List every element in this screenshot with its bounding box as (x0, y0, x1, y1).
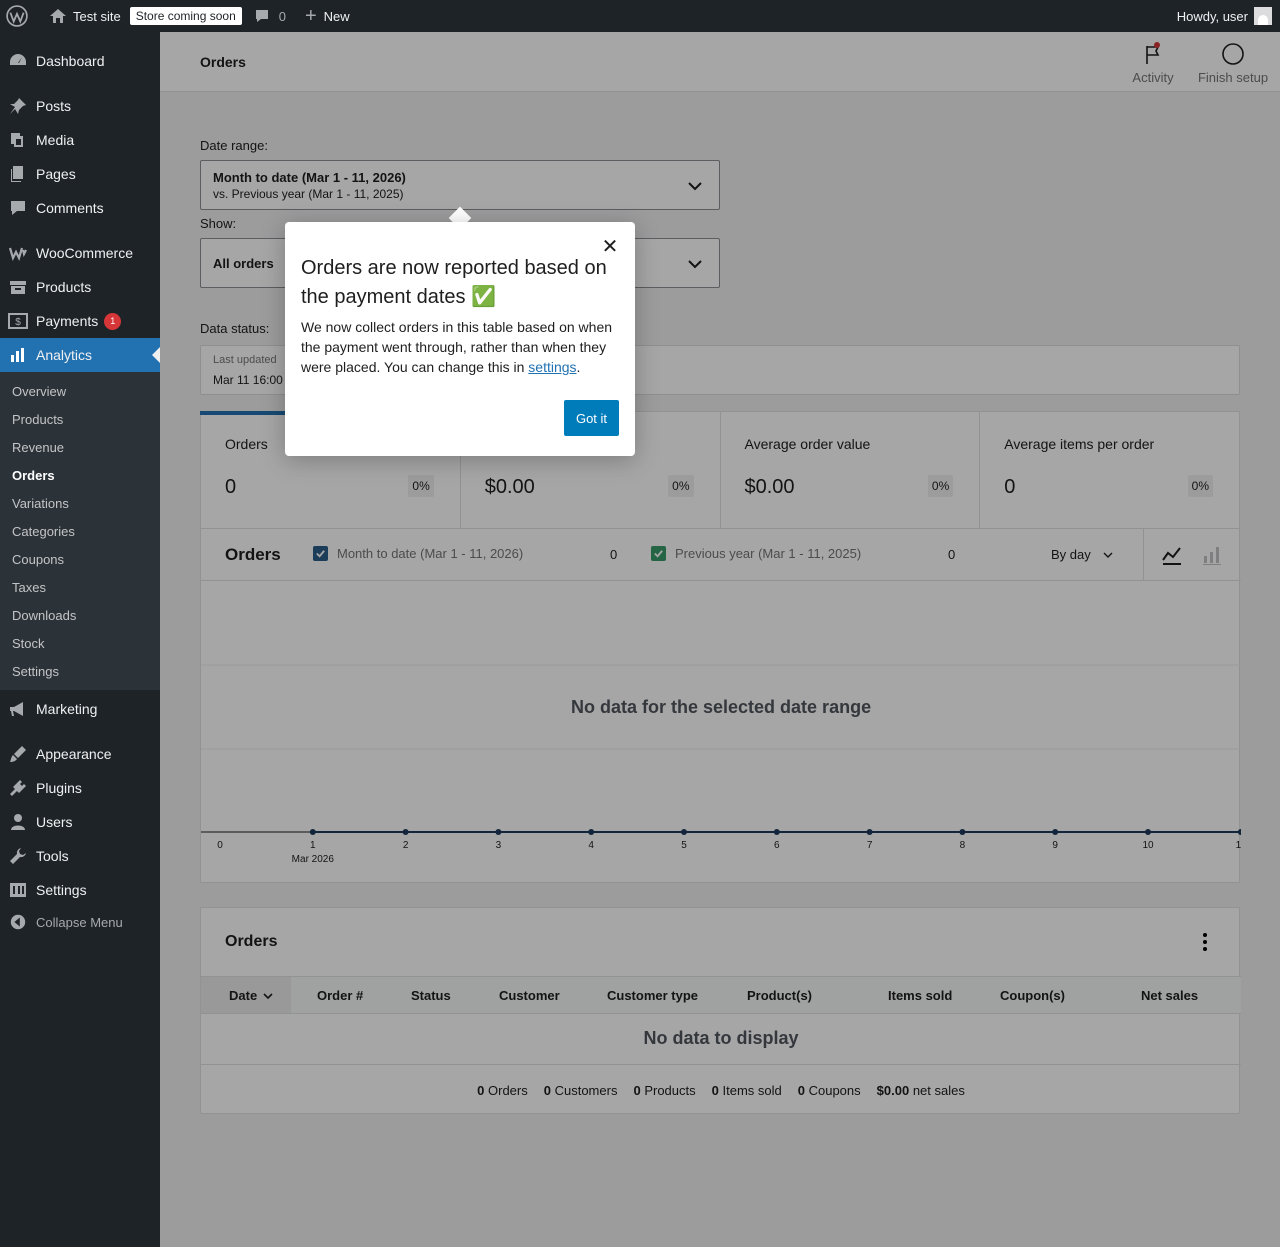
howdy-text: Howdy, user (1176, 8, 1248, 24)
plug-icon (8, 778, 28, 798)
sidebar-item-label: Payments (36, 313, 99, 329)
submenu-downloads[interactable]: Downloads (12, 608, 76, 623)
admin-bar: Test site Store coming soon 0 + New Howd… (0, 0, 1280, 32)
sidebar-item-label: Users (36, 814, 73, 830)
sidebar-item-label: WooCommerce (36, 245, 133, 261)
svg-text:$: $ (15, 317, 21, 328)
modal-body-suffix: . (576, 359, 581, 375)
archive-icon (8, 277, 28, 297)
admin-sidebar: Dashboard Posts Media Pages Comments Woo… (0, 32, 160, 1247)
collapse-menu-label: Collapse Menu (36, 914, 123, 930)
sidebar-item-posts[interactable]: Posts (0, 89, 160, 123)
sidebar-item-label: Plugins (36, 780, 82, 796)
wrench-icon (8, 846, 28, 866)
submenu-revenue[interactable]: Revenue (12, 440, 64, 455)
submenu-products[interactable]: Products (12, 412, 63, 427)
sidebar-item-media[interactable]: Media (0, 123, 160, 157)
sidebar-item-marketing[interactable]: Marketing (0, 692, 160, 726)
modal-title: Orders are now reported based on the pay… (301, 257, 607, 308)
sidebar-item-comments[interactable]: Comments (0, 191, 160, 225)
sidebar-item-analytics[interactable]: Analytics (0, 338, 160, 372)
submenu-settings[interactable]: Settings (12, 664, 59, 679)
settings-icon (8, 880, 28, 900)
sidebar-item-label: Media (36, 132, 75, 148)
payments-badge: 1 (104, 312, 122, 330)
site-name-link[interactable]: Test site (35, 0, 128, 32)
chart-icon (8, 345, 28, 365)
collapse-arrow-icon (8, 912, 28, 932)
comment-bubble-icon (255, 10, 268, 22)
sidebar-item-label: Analytics (36, 347, 93, 363)
brush-icon (8, 744, 28, 764)
megaphone-icon (8, 699, 28, 719)
store-coming-soon-badge[interactable]: Store coming soon (129, 7, 242, 25)
woo-icon (8, 243, 28, 263)
sidebar-item-tools[interactable]: Tools (0, 839, 160, 873)
submenu-stock[interactable]: Stock (12, 636, 45, 651)
sidebar-item-payments[interactable]: $ Payments 1 (0, 304, 160, 338)
sidebar-item-dashboard[interactable]: Dashboard (0, 44, 160, 78)
pin-icon (8, 96, 28, 116)
sidebar-item-label: Comments (36, 200, 104, 216)
sidebar-item-label: Pages (36, 166, 76, 182)
user-icon (8, 812, 28, 832)
media-icon (8, 130, 28, 150)
sidebar-item-products[interactable]: Products (0, 270, 160, 304)
sidebar-item-label: Posts (36, 98, 72, 114)
avatar (1254, 7, 1272, 25)
site-name: Test site (73, 8, 121, 24)
sidebar-item-plugins[interactable]: Plugins (0, 771, 160, 805)
collapse-menu-button[interactable]: Collapse Menu (0, 905, 160, 939)
submenu-categories[interactable]: Categories (12, 524, 75, 539)
submenu-coupons[interactable]: Coupons (12, 552, 64, 567)
settings-link[interactable]: settings (528, 359, 576, 375)
sidebar-item-label: Dashboard (36, 53, 105, 69)
submenu-variations[interactable]: Variations (12, 496, 69, 511)
sidebar-item-label: Products (36, 279, 92, 295)
pages-icon (8, 164, 28, 184)
plus-icon: + (304, 5, 317, 27)
modal-body: We now collect orders in this table base… (301, 317, 621, 377)
sidebar-item-pages[interactable]: Pages (0, 157, 160, 191)
sidebar-item-label: Appearance (36, 746, 112, 762)
comment-icon (8, 198, 28, 218)
modal-overlay[interactable] (160, 32, 1280, 1247)
wordpress-logo-icon[interactable] (0, 0, 35, 32)
analytics-submenu: Overview Products Revenue Orders Variati… (0, 372, 160, 690)
sidebar-item-label: Settings (36, 882, 87, 898)
submenu-taxes[interactable]: Taxes (12, 580, 46, 595)
money-icon: $ (8, 311, 28, 331)
sidebar-item-appearance[interactable]: Appearance (0, 737, 160, 771)
new-label: New (323, 8, 350, 24)
comments-count: 0 (278, 8, 286, 24)
got-it-button[interactable]: Got it (564, 400, 619, 436)
home-icon (50, 9, 66, 23)
sidebar-item-label: Marketing (36, 701, 98, 717)
comments-link[interactable]: 0 (242, 0, 293, 32)
my-account[interactable]: Howdy, user (1177, 7, 1280, 25)
submenu-orders[interactable]: Orders (12, 468, 55, 483)
sidebar-item-woocommerce[interactable]: WooCommerce (0, 236, 160, 270)
new-content-button[interactable]: + New (293, 0, 357, 32)
dashboard-icon (8, 51, 28, 71)
submenu-overview[interactable]: Overview (12, 384, 66, 399)
sidebar-item-settings[interactable]: Settings (0, 873, 160, 907)
sidebar-item-users[interactable]: Users (0, 805, 160, 839)
sidebar-item-label: Tools (36, 848, 69, 864)
payment-date-notice-modal: ✕ Orders are now reported based on the p… (285, 222, 635, 456)
